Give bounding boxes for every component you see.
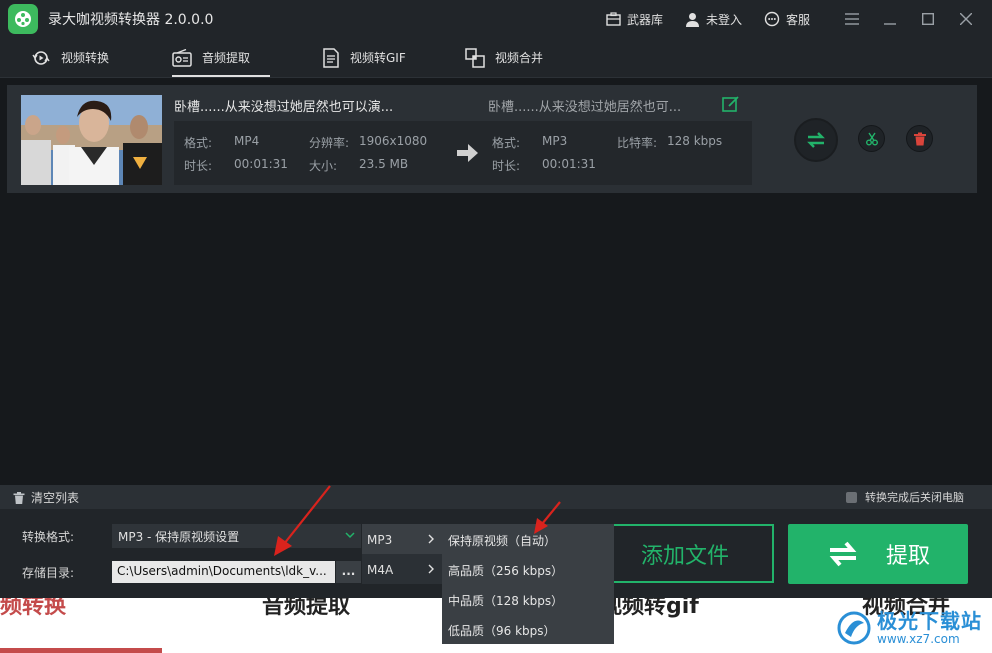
close-icon <box>960 13 972 25</box>
size-label: 大小: <box>309 159 338 173</box>
source-format: MP4 <box>234 134 260 148</box>
output-bitrate: 128 kbps <box>667 134 723 148</box>
radio-icon <box>172 48 192 67</box>
edit-icon[interactable] <box>722 95 740 113</box>
nav-bar: 视频转换 音频提取 视频转GIF 视频合并 <box>0 38 992 78</box>
merge-icon <box>465 47 485 68</box>
output-format-label: 格式: <box>492 136 521 150</box>
background-underline <box>0 648 162 653</box>
quality-option-medium[interactable]: 中品质（128 kbps） <box>442 584 614 614</box>
login-label: 未登入 <box>705 12 742 27</box>
swap-icon <box>829 541 857 567</box>
tab-label: 视频合并 <box>495 51 544 65</box>
maximize-icon <box>922 13 934 25</box>
quality-option-original[interactable]: 保持原视频（自动） <box>442 524 614 554</box>
video-thumbnail <box>21 95 162 185</box>
tab-audio-extract[interactable]: 音频提取 <box>172 38 270 77</box>
menu-item-label: M4A <box>367 563 394 577</box>
chevron-down-icon <box>345 532 355 539</box>
arrow-right-icon <box>457 144 479 162</box>
clear-list-label: 清空列表 <box>31 491 80 505</box>
file-list: 卧槽......从来没想过她居然也可以演... 卧槽......从来没想过她居然… <box>0 79 992 485</box>
maximize-button[interactable] <box>916 7 940 31</box>
login-link[interactable]: 未登入 <box>685 11 742 28</box>
menu-item-label: MP3 <box>367 533 393 547</box>
menu-button[interactable] <box>840 7 864 31</box>
add-file-button[interactable]: 添加文件 <box>596 524 774 583</box>
scissors-icon <box>865 132 878 145</box>
save-directory-input[interactable]: C:\Users\admin\Documents\ldk_v... <box>112 561 335 583</box>
watermark-url: www.xz7.com <box>877 632 960 646</box>
format-label: 转换格式: <box>22 530 75 544</box>
app-window: 录大咖视频转换器 2.0.0.0 武器库 未登入 客服 视频转换 音频提取 视频… <box>0 0 992 598</box>
format-select[interactable]: MP3 - 保持原视频设置 <box>112 524 361 548</box>
chevron-right-icon <box>428 534 434 544</box>
shutdown-label: 转换完成后关闭电脑 <box>865 491 964 504</box>
watermark: 极光下载站 www.xz7.com <box>837 611 982 645</box>
shutdown-option[interactable]: 转换完成后关闭电脑 <box>846 489 964 505</box>
add-file-label: 添加文件 <box>640 543 729 569</box>
quality-option-low[interactable]: 低品质（96 kbps） <box>442 614 614 644</box>
trash-icon <box>913 132 926 145</box>
source-file-name: 卧槽......从来没想过她居然也可以演... <box>174 100 394 115</box>
format-menu: MP3 M4A <box>362 524 442 584</box>
cut-button[interactable] <box>858 125 885 152</box>
source-duration: 00:01:31 <box>234 157 288 171</box>
app-title: 录大咖视频转换器 2.0.0.0 <box>48 12 214 28</box>
chat-icon <box>764 11 780 27</box>
tab-video-gif[interactable]: 视频转GIF <box>322 38 432 77</box>
title-bar: 录大咖视频转换器 2.0.0.0 武器库 未登入 客服 <box>0 0 992 38</box>
tab-label: 音频提取 <box>202 51 251 65</box>
app-logo-icon <box>8 4 38 34</box>
watermark-logo-icon <box>837 611 871 645</box>
browse-button[interactable]: ... <box>336 561 361 583</box>
extract-label: 提取 <box>885 544 930 569</box>
trash-icon <box>13 491 25 504</box>
source-size: 23.5 MB <box>359 157 409 171</box>
shutdown-checkbox[interactable] <box>846 491 857 503</box>
support-link[interactable]: 客服 <box>764 11 810 28</box>
clear-list-button[interactable]: 清空列表 <box>13 489 79 506</box>
menu-item-mp3[interactable]: MP3 <box>362 524 442 554</box>
hamburger-icon <box>845 13 859 25</box>
swap-icon <box>807 132 825 148</box>
close-button[interactable] <box>954 7 978 31</box>
media-info-panel: 格式: MP4 分辨率: 1906x1080 时长: 00:01:31 大小: … <box>174 121 752 185</box>
convert-icon <box>32 50 50 65</box>
list-toolbar: 清空列表 转换完成后关闭电脑 <box>0 485 992 509</box>
gif-doc-icon <box>323 47 339 68</box>
toolbox-link[interactable]: 武器库 <box>606 11 663 28</box>
output-file-name: 卧槽......从来没想过她居然也可... <box>488 100 682 115</box>
file-item[interactable]: 卧槽......从来没想过她居然也可以演... 卧槽......从来没想过她居然… <box>7 85 977 193</box>
convert-item-button[interactable] <box>794 118 838 162</box>
tab-label: 视频转换 <box>61 51 110 65</box>
support-label: 客服 <box>785 12 810 27</box>
minimize-button[interactable] <box>878 7 902 31</box>
quality-submenu: 保持原视频（自动） 高品质（256 kbps） 中品质（128 kbps） 低品… <box>442 524 614 644</box>
tab-video-convert[interactable]: 视频转换 <box>31 38 141 77</box>
format-select-value: MP3 - 保持原视频设置 <box>118 530 240 544</box>
watermark-name: 极光下载站 <box>877 609 982 633</box>
tab-video-merge[interactable]: 视频合并 <box>465 38 575 77</box>
minimize-icon <box>884 23 896 25</box>
source-resolution: 1906x1080 <box>359 134 428 148</box>
extract-button[interactable]: 提取 <box>788 524 968 584</box>
toolbox-label: 武器库 <box>626 12 663 27</box>
source-format-label: 格式: <box>184 136 213 150</box>
directory-label: 存储目录: <box>22 566 75 580</box>
source-duration-label: 时长: <box>184 159 213 173</box>
bitrate-label: 比特率: <box>617 136 658 150</box>
output-duration-label: 时长: <box>492 159 521 173</box>
resolution-label: 分辨率: <box>309 136 350 150</box>
menu-item-m4a[interactable]: M4A <box>362 554 442 584</box>
tab-label: 视频转GIF <box>350 51 406 65</box>
output-duration: 00:01:31 <box>542 157 596 171</box>
user-icon <box>685 12 699 27</box>
chevron-right-icon <box>428 564 434 574</box>
output-format: MP3 <box>542 134 568 148</box>
quality-option-high[interactable]: 高品质（256 kbps） <box>442 554 614 584</box>
toolbox-icon <box>606 12 621 26</box>
delete-button[interactable] <box>906 125 933 152</box>
